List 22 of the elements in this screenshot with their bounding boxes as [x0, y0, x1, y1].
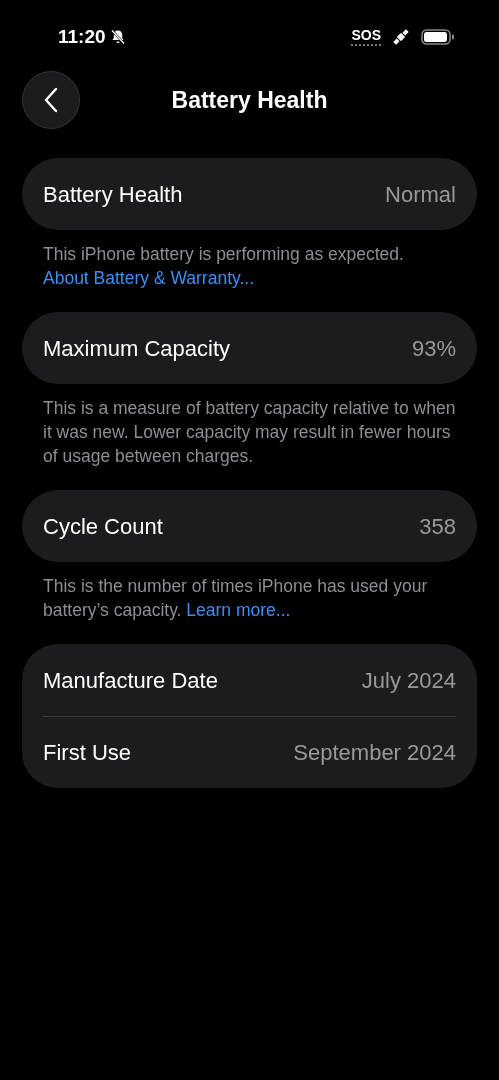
row-label: Maximum Capacity: [43, 334, 231, 363]
footer-text: This iPhone battery is performing as expected. About Battery & Warranty...: [42, 243, 405, 290]
footer-link[interactable]: About Battery & Warranty...: [43, 268, 255, 288]
satellite-icon: [391, 27, 411, 47]
row-value: 93%: [411, 334, 456, 363]
battery-icon: [421, 29, 455, 45]
row-value: Normal: [385, 180, 456, 209]
row-label: Cycle Count: [43, 512, 163, 541]
chevron-left-icon: [44, 87, 58, 113]
footer-text: This is the number of times iPhone has used your battery’s capacity. Learn more...: [42, 575, 429, 622]
footer-text: This is a measure of battery capacity relative to when it was new. Lower capacity may result in fewer hours of usage between charges.: [42, 397, 457, 468]
row-label: Manufacture Date: [43, 666, 218, 695]
row-label: First Use: [43, 739, 131, 767]
bell-slash-icon: [109, 29, 126, 45]
row-value: July 2024: [361, 666, 456, 695]
status-time: 11:20: [58, 24, 106, 49]
row-value: September 2024: [293, 739, 456, 767]
row-value: 358: [419, 512, 456, 541]
footer-link[interactable]: Learn more...: [186, 600, 291, 620]
page-title: Battery Health: [171, 85, 328, 115]
row-label: Battery Health: [43, 180, 183, 209]
sos-indicator: SOS: [351, 28, 381, 46]
